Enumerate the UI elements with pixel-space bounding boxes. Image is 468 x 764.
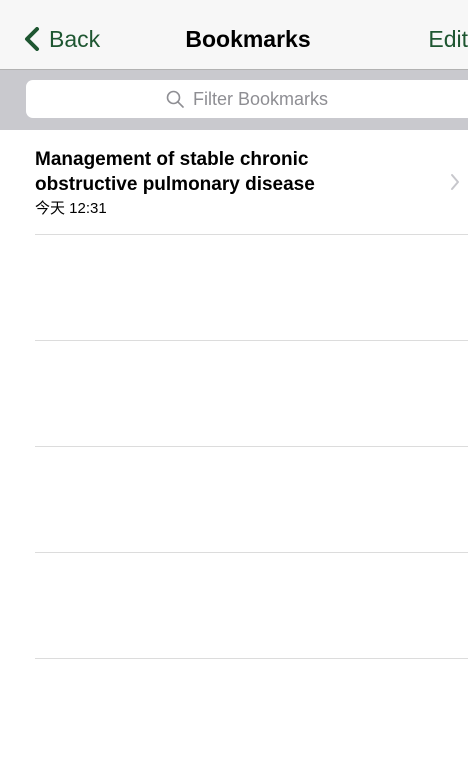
- bookmark-title: Management of stable chronic obstructive…: [35, 149, 315, 195]
- bookmark-item[interactable]: Management of stable chronic obstructive…: [35, 130, 468, 235]
- search-icon: [166, 90, 184, 108]
- empty-row: [35, 553, 468, 659]
- back-button[interactable]: Back: [24, 22, 100, 56]
- back-label: Back: [49, 26, 101, 52]
- empty-row: [35, 235, 468, 341]
- search-bar: Filter Bookmarks: [0, 70, 468, 130]
- search-placeholder: Filter Bookmarks: [192, 88, 329, 109]
- page-title: Bookmarks: [185, 26, 311, 52]
- empty-row: [35, 447, 468, 553]
- chevron-left-icon: [25, 27, 39, 51]
- chevron-right-icon: [451, 174, 459, 190]
- navigation-bar: Back Bookmarks Edit: [0, 0, 468, 70]
- empty-row: [35, 341, 468, 447]
- filter-bookmarks-input[interactable]: Filter Bookmarks: [26, 80, 468, 118]
- bookmark-date: 今天 12:31: [35, 200, 107, 217]
- bookmark-list: Management of stable chronic obstructive…: [0, 130, 468, 659]
- edit-button[interactable]: Edit: [428, 22, 468, 56]
